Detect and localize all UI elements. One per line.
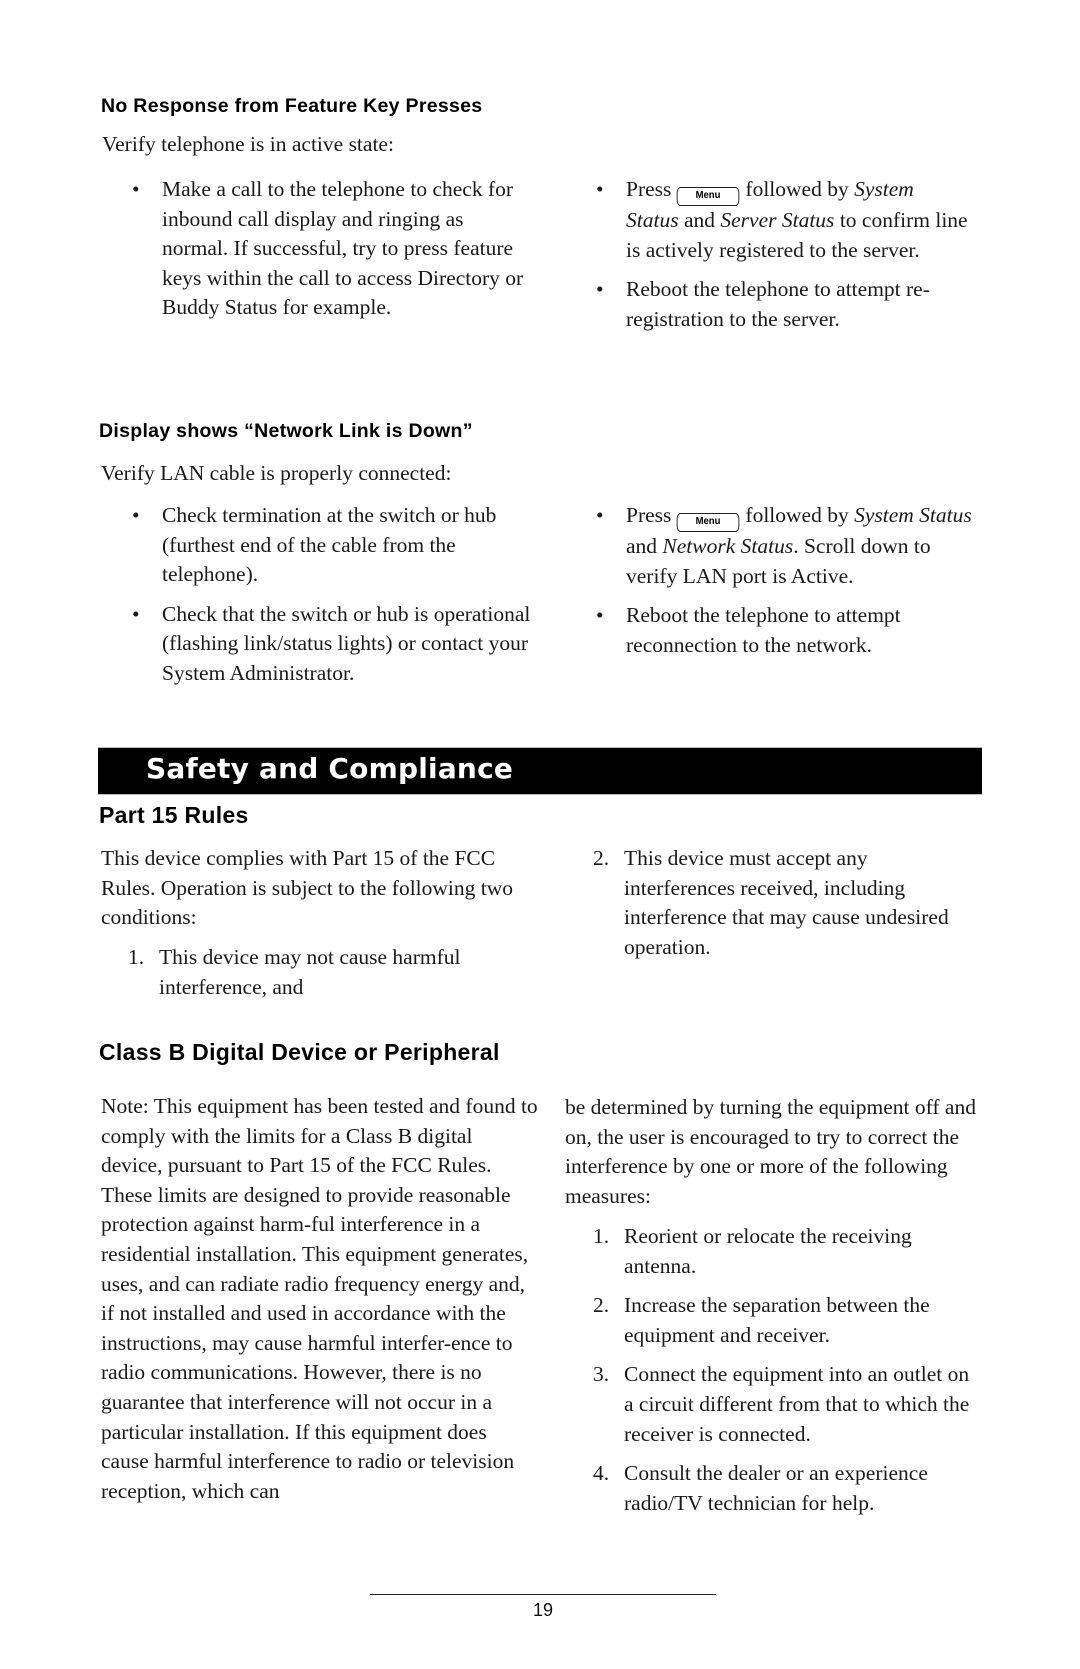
heading-part15: Part 15 Rules [99, 802, 249, 828]
list-item-text: Press Menu followed by System Status and S… [626, 177, 968, 262]
list-item-text: Check termination at the switch or hub (… [162, 503, 497, 587]
intro-network-down: Verify LAN cable is properly connected: [101, 461, 452, 485]
heading-network-down: Display shows “Network Link is Down” [99, 420, 473, 442]
footer-rule [370, 1594, 716, 1595]
bullet-icon: • [132, 503, 140, 527]
class-b-note-right: be determined by turning the equipment o… [565, 1095, 976, 1208]
list-item-text: Press Menu followed by System Status and N… [626, 503, 972, 588]
list-item-text: Increase the separation between the equi… [624, 1293, 930, 1347]
list-number: 2. [593, 846, 610, 870]
list-network-down-right: • Press Menu followed by System Status and… [595, 501, 1015, 670]
list-item-text: Connect the equipment into an outlet on … [624, 1362, 970, 1446]
list-item-text: This device must accept any interference… [624, 846, 949, 959]
list-item: • Reboot the telephone to attempt reconn… [595, 601, 1015, 660]
list-item: • Press Menu followed by System Status and… [595, 501, 1015, 591]
bullet-icon: • [132, 177, 140, 201]
heading-no-response: No Response from Feature Key Presses [101, 95, 483, 117]
menu-key-icon: Menu [677, 187, 740, 206]
list-number: 3. [593, 1362, 610, 1387]
list-item-text: Make a call to the telephone to check fo… [162, 177, 524, 320]
list-item: • Check termination at the switch or hub… [131, 501, 551, 590]
list-item: • Reboot the telephone to attempt re-reg… [595, 275, 995, 334]
bullet-icon: • [596, 277, 604, 302]
list-item-text: This device may not cause harmful interf… [159, 945, 461, 999]
section-title: Safety and Compliance [146, 752, 514, 785]
list-number: 4. [593, 1461, 610, 1486]
part15-intro: This device complies with Part 15 of the… [101, 846, 514, 930]
list-number: 1. [593, 1224, 610, 1248]
list-item-text: Reboot the telephone to attempt reconnec… [626, 603, 901, 657]
list-item: 4. Consult the dealer or an experience r… [593, 1459, 1013, 1518]
page-number: 19 [532, 1600, 554, 1620]
list-item: 2. Increase the separation between the e… [593, 1291, 1013, 1350]
list-item-text: Reorient or relocate the receiving anten… [624, 1224, 912, 1278]
section-bar-safety: Safety and Compliance [98, 747, 982, 795]
heading-class-b: Class B Digital Device or Peripheral [99, 1039, 500, 1065]
class-b-measures: 1. Reorient or relocate the receiving an… [593, 1222, 1013, 1528]
list-no-response-left: • Make a call to the telephone to check … [131, 175, 531, 333]
menu-key-icon: Menu [677, 513, 740, 532]
list-item: 1. Reorient or relocate the receiving an… [593, 1222, 1013, 1281]
bullet-icon: • [132, 601, 140, 626]
list-item: • Check that the switch or hub is operat… [131, 600, 551, 689]
bullet-icon: • [596, 603, 604, 628]
class-b-note-left: Note: This equipment has been tested and… [101, 1094, 538, 1503]
list-item: 3. Connect the equipment into an outlet … [593, 1360, 1013, 1449]
intro-no-response: Verify telephone is in active state: [102, 132, 394, 156]
list-item-text: Consult the dealer or an experience radi… [624, 1461, 928, 1515]
list-item: 1. This device may not cause harmful int… [128, 943, 548, 1002]
list-network-down-left: • Check termination at the switch or hub… [131, 501, 551, 699]
list-item: 2. This device must accept any interfere… [593, 844, 1013, 962]
list-item-text: Check that the switch or hub is operatio… [162, 601, 531, 685]
bullet-icon: • [596, 177, 604, 201]
list-no-response-right: • Press Menu followed by System Status and… [595, 175, 995, 344]
list-number: 1. [128, 945, 145, 969]
list-item-text: Reboot the telephone to attempt re-regis… [626, 277, 930, 331]
part15-list-left: 1. This device may not cause harmful int… [128, 943, 548, 1012]
part15-list-right: 2. This device must accept any interfere… [593, 844, 1013, 972]
list-item: • Make a call to the telephone to check … [131, 175, 531, 323]
list-number: 2. [593, 1293, 610, 1318]
bullet-icon: • [596, 503, 604, 527]
list-item: • Press Menu followed by System Status and… [595, 175, 995, 265]
